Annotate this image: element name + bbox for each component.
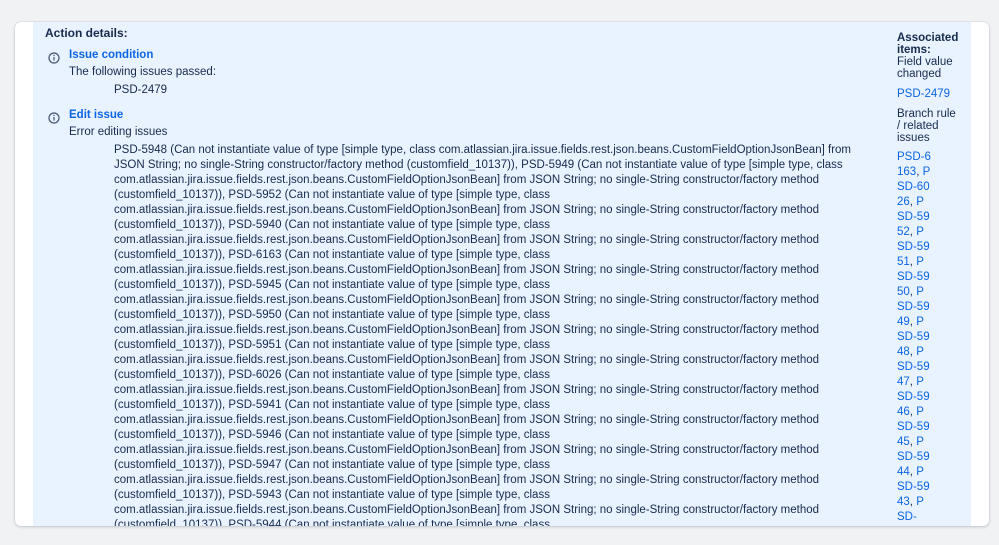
info-icon	[48, 112, 60, 124]
audit-log-card: Action details: Issue condition The foll…	[15, 22, 989, 526]
error-details-text: PSD-5948 (Can not instantiate value of t…	[114, 144, 851, 526]
info-icon	[48, 52, 60, 64]
field-value-changed-label: Field value changed	[897, 56, 953, 81]
branch-rule-label: Branch rule / related issues	[897, 108, 956, 145]
action-details-heading: Action details:	[45, 26, 128, 40]
field-value-issue-link[interactable]: PSD-2479	[897, 88, 950, 100]
associated-items-heading: Associated items:	[897, 32, 959, 57]
edit-issue-title[interactable]: Edit issue	[69, 109, 123, 121]
action-details-main: Action details: Issue condition The foll…	[45, 22, 875, 526]
passed-issue-key: PSD-2479	[114, 84, 168, 96]
edit-issue-subtitle: Error editing issues	[69, 126, 168, 138]
associated-items-column: Associated items: Field value changed PS…	[897, 22, 967, 526]
related-issues-list: PSD-6163, PSD-6026, PSD-5952, PSD-5951, …	[897, 150, 931, 525]
action-details-panel: Action details: Issue condition The foll…	[33, 22, 971, 526]
issue-condition-subtitle: The following issues passed:	[69, 66, 217, 78]
issue-condition-title[interactable]: Issue condition	[69, 49, 153, 61]
